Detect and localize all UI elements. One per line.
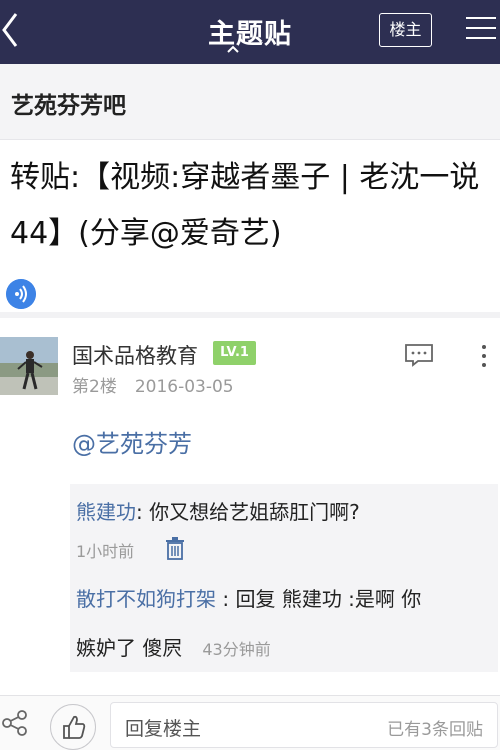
bottom-bar: 回复楼主 已有3条回贴: [0, 695, 500, 750]
caret-up-icon[interactable]: [226, 44, 240, 54]
floor-number: 第2楼: [72, 377, 117, 397]
reply-input[interactable]: 回复楼主 已有3条回贴: [110, 702, 498, 748]
post-date: 2016-03-05: [134, 377, 234, 397]
reply-item[interactable]: 散打不如狗打架 : 回复 熊建功 :是啊 你: [76, 585, 486, 613]
reply-count: 已有3条回贴: [387, 720, 483, 740]
forum-name[interactable]: 艺苑芬芳吧: [11, 86, 126, 120]
post-title: 转贴:【视频:穿越者墨子 | 老沈一说44】(分享@爱奇艺): [10, 160, 480, 251]
reply-time: 1小时前: [76, 542, 135, 561]
like-button[interactable]: [50, 704, 96, 750]
hamburger-menu-icon[interactable]: [464, 14, 496, 42]
top-nav-bar: 主题贴 楼主: [0, 0, 500, 64]
reply-time: 43分钟前: [202, 640, 271, 659]
share-icon[interactable]: [0, 708, 30, 738]
avatar[interactable]: [0, 337, 58, 395]
forum-header[interactable]: 艺苑芬芳吧: [0, 64, 500, 140]
reply-separator: :: [222, 587, 230, 611]
reply-text-cont: 嫉妒了 傻屄: [76, 636, 183, 660]
more-vertical-icon[interactable]: [478, 343, 490, 369]
reply-item[interactable]: 熊建功: 你又想给艺姐舔肛门啊?: [76, 498, 360, 526]
only-op-button[interactable]: 楼主: [379, 13, 432, 47]
reply-author[interactable]: 熊建功: [76, 500, 136, 524]
level-badge: LV.1: [213, 341, 256, 365]
trash-icon[interactable]: [164, 536, 186, 560]
mention-link[interactable]: @艺苑芬芳: [72, 424, 192, 459]
speaker-icon[interactable]: [6, 279, 36, 309]
reply-separator: :: [136, 500, 143, 524]
user-name[interactable]: 国术品格教育: [72, 340, 198, 370]
thumbs-up-icon: [63, 715, 86, 739]
reply-list: 熊建功: 你又想给艺姐舔肛门啊? 1小时前 散打不如狗打架 : 回复 熊建功 :…: [70, 484, 498, 672]
reply-text: 你又想给艺姐舔肛门啊?: [149, 500, 360, 524]
reply-continuation: 嫉妒了 傻屄 43分钟前: [76, 632, 271, 661]
floor-meta: 第2楼 2016-03-05: [72, 372, 234, 397]
reply-author[interactable]: 散打不如狗打架: [76, 587, 216, 611]
avatar-image: [0, 337, 58, 395]
comment-icon[interactable]: [404, 343, 434, 367]
section-divider: [0, 312, 500, 318]
reply-placeholder: 回复楼主: [125, 718, 202, 740]
reply-text: 回复 熊建功 :是啊 你: [235, 587, 422, 611]
